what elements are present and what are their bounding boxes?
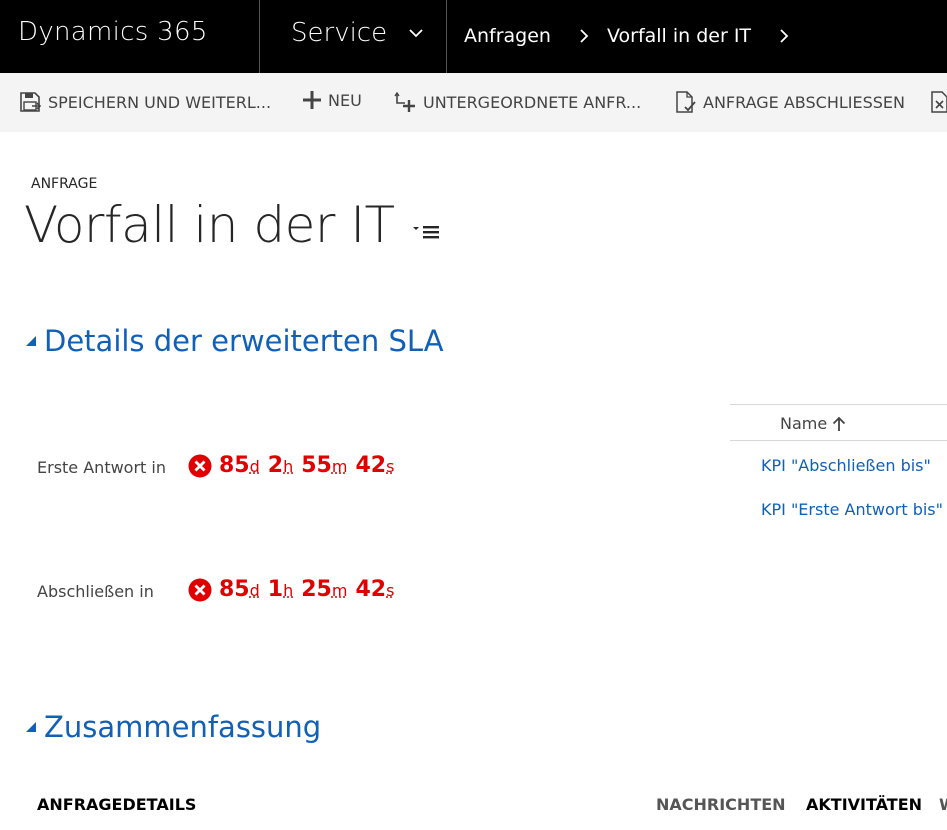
save-icon (20, 92, 42, 112)
chevron-right-icon[interactable] (779, 29, 789, 43)
entity-type-label: ANFRAGE (31, 176, 98, 192)
timer-minutes-value: 25 (301, 577, 332, 602)
grid-column-name-label: Name (780, 414, 828, 433)
resolve-by-label: Abschließen in (37, 582, 154, 601)
section-summary-title: Zusammenfassung (44, 710, 322, 744)
timer-seconds-unit: s (386, 581, 395, 600)
kpi-grid-header: Name (730, 404, 947, 441)
document-cancel-icon (931, 91, 947, 113)
timer-hours-value: 2 (267, 453, 284, 478)
tab-posts[interactable]: NACHRICHTEN (656, 795, 786, 814)
timer-days-unit: d (249, 457, 260, 476)
resolve-case-label: ANFRAGE ABSCHLIESSEN (703, 92, 905, 112)
timer-seconds-value: 42 (355, 453, 387, 478)
document-check-icon (676, 91, 696, 113)
form-selector-menu-icon[interactable] (412, 223, 439, 241)
resolve-case-button[interactable]: ANFRAGE ABSCHLIESSEN (675, 90, 905, 114)
section-summary-header[interactable]: Zusammenfassung (26, 710, 321, 744)
save-and-continue-label: SPEICHERN UND WEITERL... (48, 92, 272, 112)
plus-icon (303, 91, 321, 109)
collapse-triangle-icon (26, 336, 36, 346)
timer-minutes-unit: m (331, 457, 348, 476)
section-sla-details-header[interactable]: Details der erweiterten SLA (26, 324, 444, 358)
chevron-down-icon (409, 29, 423, 38)
tab-more[interactable]: W (939, 795, 947, 814)
new-label: NEU (328, 90, 362, 110)
collapse-triangle-icon (26, 722, 36, 732)
resolve-by-timer: 85 d 1h 25 m 42 s (188, 577, 402, 602)
timer-days-value: 85 (219, 453, 250, 478)
sort-ascending-icon (833, 416, 846, 431)
nav-divider (259, 0, 260, 73)
tab-activities[interactable]: AKTIVITÄTEN (806, 795, 922, 814)
breadcrumb: Anfragen Vorfall in der IT (464, 25, 807, 47)
create-child-case-label: UNTERGEORDNETE ANFR... (423, 92, 642, 112)
command-bar: SPEICHERN UND WEITERL... NEU UNTERGEORDN… (0, 73, 947, 132)
create-child-case-button[interactable]: UNTERGEORDNETE ANFR... (393, 90, 641, 114)
cancel-case-button[interactable] (930, 90, 947, 114)
error-icon (188, 454, 212, 477)
timer-minutes-value: 55 (301, 453, 332, 478)
module-switcher[interactable]: Service (291, 18, 423, 48)
kpi-grid-row-resolve-by[interactable]: KPI "Abschließen bis" (761, 456, 931, 475)
child-case-icon (394, 91, 415, 112)
top-nav-bar: Dynamics 365 Service Anfragen Vorfall in… (0, 0, 947, 73)
case-details-label: ANFRAGEDETAILS (37, 795, 197, 814)
timer-days-value: 85 (219, 577, 250, 602)
timer-days-unit: d (249, 581, 260, 600)
module-label: Service (291, 18, 388, 48)
record-header: Vorfall in der IT (24, 196, 439, 254)
error-icon (188, 578, 212, 601)
breadcrumb-current-record[interactable]: Vorfall in der IT (607, 25, 751, 47)
kpi-grid-row-first-response[interactable]: KPI "Erste Antwort bis" (761, 500, 943, 519)
section-sla-details-title: Details der erweiterten SLA (44, 324, 444, 358)
timer-seconds-unit: s (386, 457, 395, 476)
breadcrumb-cases[interactable]: Anfragen (464, 25, 551, 47)
record-title: Vorfall in der IT (24, 196, 395, 254)
chevron-right-icon (580, 29, 589, 43)
first-response-label: Erste Antwort in (37, 458, 166, 477)
timer-hours-unit: h (283, 457, 294, 476)
first-response-timer: 85 d 2h 55 m 42 s (188, 453, 402, 478)
timer-hours-value: 1 (267, 577, 284, 602)
nav-divider (446, 0, 447, 73)
timer-minutes-unit: m (331, 581, 348, 600)
new-button[interactable]: NEU (302, 90, 362, 110)
grid-column-name[interactable]: Name (780, 414, 846, 433)
save-and-continue-button[interactable]: SPEICHERN UND WEITERL... (18, 90, 271, 114)
app-brand[interactable]: Dynamics 365 (18, 17, 208, 47)
timer-seconds-value: 42 (355, 577, 387, 602)
timer-hours-unit: h (283, 581, 294, 600)
